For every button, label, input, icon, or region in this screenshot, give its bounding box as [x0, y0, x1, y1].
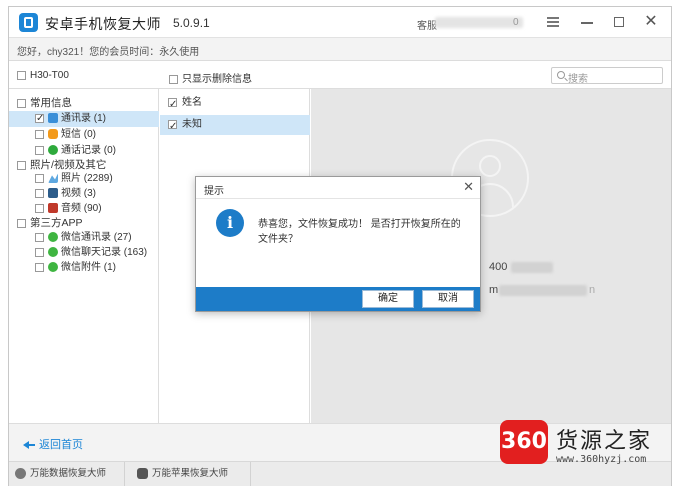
item-checkbox[interactable] [35, 173, 44, 183]
tree-item-wechat-contacts[interactable]: 微信通讯录 (27) [9, 230, 159, 246]
dialog-footer: 确定 取消 [196, 287, 480, 311]
group-checkbox[interactable] [17, 218, 26, 228]
tree-item-label: 通讯录 (1) [61, 113, 106, 124]
only-deleted-filter[interactable]: 只显示删除信息 [169, 70, 252, 85]
contact-checkbox[interactable] [168, 117, 177, 137]
tree-item-contacts[interactable]: 通讯录 (1) [9, 111, 159, 127]
email-prefix: m [489, 284, 499, 296]
tree-item-label: 微信聊天记录 (163) [61, 247, 148, 258]
service-label: 客服 [417, 21, 437, 32]
select-all-checkbox[interactable] [168, 95, 177, 115]
item-checkbox[interactable] [35, 111, 44, 127]
only-deleted-checkbox[interactable] [169, 74, 178, 84]
recovery-logo-icon [15, 467, 26, 479]
tab-label: 万能数据恢复大师 [30, 468, 107, 479]
dialog-message: 恭喜您，文件恢复成功！ 是否打开恢复所在的文件夹？ [258, 219, 461, 245]
group-checkbox[interactable] [17, 160, 26, 170]
watermark-logo: 360 [500, 420, 548, 464]
column-header-name: 姓名 [182, 97, 202, 108]
back-arrow-icon [23, 440, 35, 450]
menu-icon[interactable] [543, 13, 563, 31]
info-icon: i [216, 209, 244, 237]
phone-prefix: 400 [489, 261, 508, 273]
item-checkbox[interactable] [35, 203, 44, 213]
sms-icon [48, 129, 58, 140]
app-logo-icon [19, 13, 38, 32]
minimize-icon[interactable] [577, 13, 597, 31]
tree-item-wechat-chats[interactable]: 微信聊天记录 (163) [9, 245, 159, 261]
filter-bar: H30-T00 只显示删除信息 搜索 [9, 61, 671, 89]
cancel-button[interactable]: 取消 [422, 290, 474, 308]
search-placeholder: 搜索 [568, 74, 588, 85]
tree-group-label: 照片/视频及其它 [30, 159, 107, 171]
call-log-icon [48, 145, 58, 156]
service-tail: 0 [513, 17, 519, 28]
item-checkbox[interactable] [35, 247, 44, 257]
tab-apple-recovery[interactable]: 万能苹果恢复大师 [131, 462, 251, 486]
app-version: 5.0.9.1 [173, 16, 210, 30]
tree-item-photos[interactable]: 照片 (2289) [9, 171, 159, 187]
dialog-close-icon[interactable]: ✕ [463, 179, 474, 195]
contact-row[interactable]: 未知 [160, 115, 310, 137]
wechat-icon [48, 247, 58, 258]
tree-item-label: 视频 (3) [61, 188, 96, 199]
photo-icon [48, 173, 58, 184]
tree-item-label: 通话记录 (0) [61, 145, 116, 156]
watermark-title: 货源之家 [556, 429, 653, 454]
tree-group-label: 常用信息 [30, 97, 72, 109]
tree-item-videos[interactable]: 视频 (3) [9, 186, 159, 202]
back-home-label: 返回首页 [39, 439, 83, 451]
phone-blurred [511, 262, 553, 273]
tree-item-label: 微信附件 (1) [61, 262, 116, 273]
contact-list-header[interactable]: 姓名 [160, 93, 310, 115]
wechat-icon [48, 262, 58, 273]
watermark-url: www.360hyzj.com [556, 454, 647, 465]
item-checkbox[interactable] [35, 188, 44, 198]
email-suffix: n [589, 284, 596, 296]
tree-item-label: 短信 (0) [61, 129, 96, 140]
tree-item-label: 照片 (2289) [61, 173, 113, 184]
back-home-button[interactable]: 返回首页 [23, 436, 83, 452]
device-label: H30-T00 [30, 70, 69, 81]
only-deleted-label: 只显示删除信息 [182, 74, 252, 85]
tree-group-common[interactable]: 常用信息 [9, 95, 159, 111]
wechat-icon [48, 232, 58, 243]
dialog-header: 提示 ✕ [196, 177, 480, 199]
close-icon[interactable]: ✕ [641, 13, 661, 31]
item-checkbox[interactable] [35, 232, 44, 242]
apple-logo-icon [137, 467, 148, 479]
category-tree: 常用信息 通讯录 (1) 短信 (0) 通话记录 (0) 照片/视频及其它 照片… [9, 89, 159, 423]
tree-group-label: 第三方APP [30, 217, 83, 229]
user-info-bar: 您好，chy321！您的会员时间：永久使用 [9, 37, 671, 61]
prompt-dialog: 提示 ✕ i 恭喜您，文件恢复成功！ 是否打开恢复所在的文件夹？ 确定 取消 [195, 176, 481, 312]
tree-item-wechat-attachments[interactable]: 微信附件 (1) [9, 260, 159, 276]
item-checkbox[interactable] [35, 129, 44, 139]
maximize-icon[interactable] [609, 13, 629, 31]
service-blurred-text [435, 17, 523, 28]
title-bar: 安卓手机恢复大师 5.0.9.1 客服 0 ✕ [9, 7, 671, 37]
video-icon [48, 188, 58, 199]
search-icon [557, 71, 565, 79]
email-blurred [499, 285, 587, 296]
tree-item-label: 音频 (90) [61, 203, 102, 214]
contacts-icon [48, 113, 58, 124]
device-select[interactable]: H30-T00 [17, 70, 69, 81]
app-title: 安卓手机恢复大师 [45, 16, 161, 32]
group-checkbox[interactable] [17, 98, 26, 108]
item-checkbox[interactable] [35, 145, 44, 155]
tree-group-third-party[interactable]: 第三方APP [9, 215, 159, 231]
tree-item-sms[interactable]: 短信 (0) [9, 127, 159, 143]
device-checkbox[interactable] [17, 70, 26, 80]
item-checkbox[interactable] [35, 262, 44, 272]
search-input[interactable]: 搜索 [551, 67, 663, 85]
tab-label: 万能苹果恢复大师 [152, 468, 229, 479]
audio-icon [48, 203, 58, 214]
ok-button[interactable]: 确定 [362, 290, 414, 308]
dialog-title: 提示 [204, 186, 224, 197]
contact-name: 未知 [182, 119, 202, 130]
tree-item-label: 微信通讯录 (27) [61, 232, 132, 243]
tab-data-recovery[interactable]: 万能数据恢复大师 [9, 462, 125, 486]
